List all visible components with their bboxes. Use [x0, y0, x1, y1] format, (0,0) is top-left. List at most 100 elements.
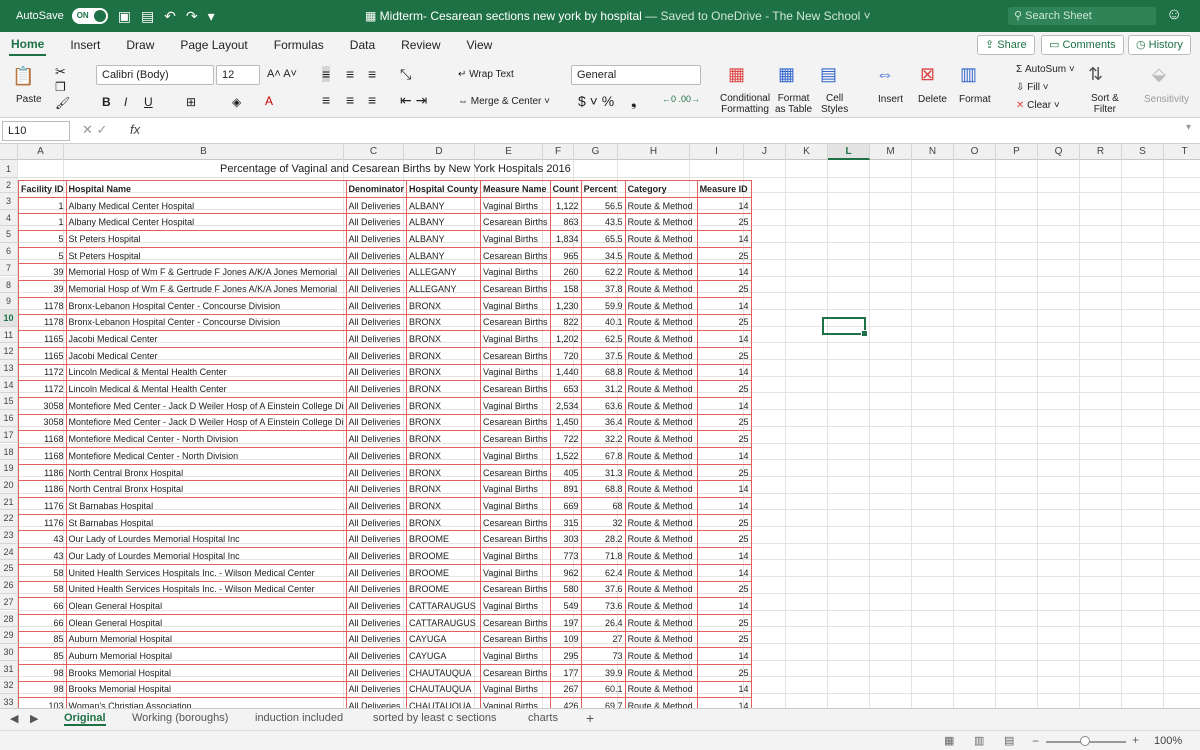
table-cell[interactable]: All Deliveries — [345, 547, 408, 565]
table-cell[interactable]: 14 — [696, 447, 752, 465]
align-right-icon[interactable]: ≡ — [368, 92, 376, 108]
table-cell[interactable]: ALLEGANY — [406, 263, 482, 282]
table-cell[interactable]: 1178 — [18, 313, 67, 332]
table-cell[interactable]: CATTARAUGUS — [406, 613, 482, 632]
italic-button[interactable]: I — [124, 95, 127, 109]
table-cell[interactable]: BROOME — [406, 563, 482, 582]
table-cell[interactable]: 14 — [696, 647, 752, 665]
table-cell[interactable]: Brooks Memorial Hospital — [65, 663, 347, 682]
table-cell[interactable]: 315 — [549, 513, 582, 532]
tab-review[interactable]: Review — [399, 35, 442, 55]
expand-formula-icon[interactable]: ▾ — [1186, 122, 1191, 133]
table-cell[interactable]: Montefiore Medical Center - North Divisi… — [65, 430, 347, 448]
table-cell[interactable]: 32 — [580, 513, 626, 532]
table-cell[interactable]: BRONX — [406, 330, 482, 348]
table-cell[interactable]: Brooks Memorial Hospital — [65, 680, 347, 699]
column-heading[interactable]: Hospital Name — [65, 180, 347, 198]
column-header-a[interactable]: A — [18, 144, 64, 160]
table-cell[interactable]: 58 — [18, 563, 67, 582]
table-cell[interactable]: CAYUGA — [406, 647, 482, 665]
column-heading[interactable]: Hospital County — [406, 180, 482, 198]
clear-button[interactable]: ✕ Clear ˅ — [1016, 100, 1060, 111]
table-cell[interactable]: 63.6 — [580, 396, 626, 415]
table-cell[interactable]: All Deliveries — [345, 580, 408, 599]
table-cell[interactable]: 1176 — [18, 497, 67, 515]
table-cell[interactable]: Vaginal Births — [480, 697, 551, 708]
row-header-11[interactable]: 11 — [0, 326, 18, 344]
table-cell[interactable]: All Deliveries — [345, 497, 408, 515]
table-cell[interactable]: Route & Method — [624, 630, 698, 649]
table-cell[interactable]: Cesarean Births — [480, 313, 551, 332]
table-cell[interactable]: All Deliveries — [345, 296, 408, 315]
column-heading[interactable]: Percent — [580, 180, 626, 198]
table-cell[interactable]: Route & Method — [624, 413, 698, 432]
table-cell[interactable]: 98 — [18, 680, 67, 699]
column-heading[interactable]: Category — [624, 180, 698, 198]
table-cell[interactable]: All Deliveries — [345, 563, 408, 582]
column-header-j[interactable]: J — [744, 144, 786, 160]
column-header-k[interactable]: K — [786, 144, 828, 160]
table-cell[interactable]: CHAUTAUQUA — [406, 697, 482, 708]
table-cell[interactable]: Route & Method — [624, 313, 698, 332]
table-cell[interactable]: 1,522 — [549, 447, 582, 465]
table-cell[interactable]: ALBANY — [406, 213, 482, 232]
table-cell[interactable]: 14 — [696, 480, 752, 499]
table-cell[interactable]: All Deliveries — [345, 230, 408, 248]
table-cell[interactable]: Lincoln Medical & Mental Health Center — [65, 363, 347, 382]
table-cell[interactable]: Cesarean Births — [480, 430, 551, 448]
table-cell[interactable]: Route & Method — [624, 263, 698, 282]
search-sheet-input[interactable]: ⚲ Search Sheet — [1008, 7, 1156, 25]
column-header-i[interactable]: I — [690, 144, 744, 160]
table-cell[interactable]: Montefiore Medical Center - North Divisi… — [65, 447, 347, 465]
table-cell[interactable]: Bronx-Lebanon Hospital Center - Concours… — [65, 313, 347, 332]
table-cell[interactable]: 39 — [18, 263, 67, 282]
normal-view-icon[interactable]: ▦ — [944, 734, 954, 747]
table-cell[interactable]: 14 — [696, 680, 752, 699]
table-cell[interactable]: Route & Method — [624, 213, 698, 232]
table-cell[interactable]: 267 — [549, 680, 582, 699]
table-cell[interactable]: Cesarean Births — [480, 630, 551, 649]
name-box[interactable]: L10 — [2, 121, 70, 141]
table-cell[interactable]: Vaginal Births — [480, 680, 551, 699]
table-cell[interactable]: Route & Method — [624, 647, 698, 665]
table-cell[interactable]: 25 — [696, 613, 752, 632]
cell-styles-button[interactable]: Cell Styles — [821, 93, 848, 115]
table-cell[interactable]: BRONX — [406, 463, 482, 482]
table-cell[interactable]: 56.5 — [580, 196, 626, 215]
table-cell[interactable]: 68.8 — [580, 480, 626, 499]
sensitivity-icon[interactable]: ⬙ — [1152, 64, 1166, 85]
table-cell[interactable]: Lincoln Medical & Mental Health Center — [65, 380, 347, 398]
table-cell[interactable]: 68.8 — [580, 363, 626, 382]
table-cell[interactable]: All Deliveries — [345, 346, 408, 365]
table-cell[interactable]: 669 — [549, 497, 582, 515]
table-cell[interactable]: 27 — [580, 630, 626, 649]
table-cell[interactable]: 25 — [696, 380, 752, 398]
table-cell[interactable]: 965 — [549, 246, 582, 265]
table-cell[interactable]: Route & Method — [624, 580, 698, 599]
table-cell[interactable]: Cesarean Births — [480, 246, 551, 265]
row-header-5[interactable]: 5 — [0, 226, 18, 244]
table-cell[interactable]: 14 — [696, 330, 752, 348]
table-cell[interactable]: 1168 — [18, 447, 67, 465]
conditional-formatting-button[interactable]: Conditional Formatting — [720, 93, 770, 115]
table-cell[interactable]: United Health Services Hospitals Inc. - … — [65, 580, 347, 599]
table-cell[interactable]: BROOME — [406, 530, 482, 549]
row-header-4[interactable]: 4 — [0, 209, 18, 227]
table-cell[interactable]: All Deliveries — [345, 263, 408, 282]
table-cell[interactable]: 25 — [696, 513, 752, 532]
tab-draw[interactable]: Draw — [124, 35, 156, 55]
table-cell[interactable]: 37.8 — [580, 280, 626, 298]
align-middle-icon[interactable]: ≡ — [346, 66, 354, 82]
table-cell[interactable]: 43 — [18, 547, 67, 565]
undo-icon[interactable]: ↶ — [164, 8, 176, 25]
table-cell[interactable]: 3058 — [18, 396, 67, 415]
format-cells-button[interactable]: Format — [959, 94, 991, 105]
table-cell[interactable]: 59.9 — [580, 296, 626, 315]
row-header-31[interactable]: 31 — [0, 660, 18, 678]
column-heading[interactable]: Measure Name — [480, 180, 551, 198]
column-header-g[interactable]: G — [574, 144, 618, 160]
column-header-l[interactable]: L — [828, 144, 870, 160]
table-cell[interactable]: 5 — [18, 246, 67, 265]
table-cell[interactable]: All Deliveries — [345, 213, 408, 232]
table-cell[interactable]: Vaginal Births — [480, 597, 551, 615]
